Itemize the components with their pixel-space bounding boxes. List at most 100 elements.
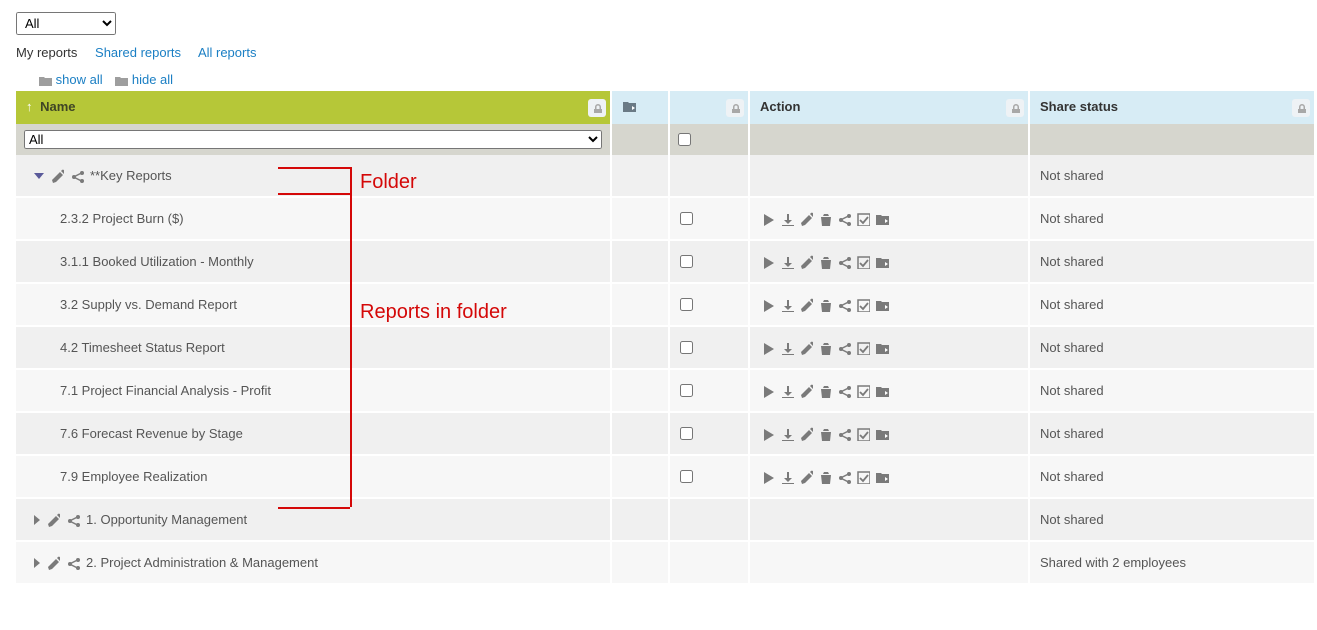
move-folder-icon[interactable] <box>874 211 890 227</box>
select-icon[interactable] <box>855 383 871 399</box>
report-name[interactable]: 2.3.2 Project Burn ($) <box>60 211 184 226</box>
share-icon[interactable] <box>836 297 852 313</box>
edit-icon[interactable] <box>798 469 814 485</box>
expand-icon[interactable] <box>34 515 40 525</box>
row-checkbox[interactable] <box>680 470 693 483</box>
pencil-icon[interactable] <box>50 169 64 183</box>
column-header-folder[interactable] <box>612 91 670 124</box>
row-checkbox[interactable] <box>680 298 693 311</box>
show-all-link[interactable]: show all <box>56 72 103 87</box>
download-icon[interactable] <box>779 426 795 442</box>
run-icon[interactable] <box>760 469 776 485</box>
run-icon[interactable] <box>760 340 776 356</box>
column-header-name[interactable]: ↑ Name <box>16 91 612 124</box>
share-icon[interactable] <box>70 169 84 183</box>
move-folder-icon[interactable] <box>874 340 890 356</box>
run-icon[interactable] <box>760 254 776 270</box>
share-icon[interactable] <box>836 383 852 399</box>
folder-name[interactable]: **Key Reports <box>90 168 172 183</box>
share-status: Not shared <box>1040 469 1104 484</box>
expand-icon[interactable] <box>34 558 40 568</box>
run-icon[interactable] <box>760 297 776 313</box>
edit-icon[interactable] <box>798 383 814 399</box>
tab-shared-reports[interactable]: Shared reports <box>95 45 181 60</box>
edit-icon[interactable] <box>798 211 814 227</box>
select-icon[interactable] <box>855 469 871 485</box>
select-icon[interactable] <box>855 426 871 442</box>
lock-icon <box>1292 99 1310 117</box>
download-icon[interactable] <box>779 383 795 399</box>
share-icon[interactable] <box>836 211 852 227</box>
select-icon[interactable] <box>855 340 871 356</box>
share-status: Not shared <box>1040 211 1104 226</box>
share-status: Not shared <box>1040 383 1104 398</box>
report-name[interactable]: 3.2 Supply vs. Demand Report <box>60 297 237 312</box>
delete-icon[interactable] <box>817 426 833 442</box>
tab-my-reports[interactable]: My reports <box>16 45 77 60</box>
collapse-icon[interactable] <box>34 173 44 179</box>
download-icon[interactable] <box>779 340 795 356</box>
share-icon[interactable] <box>836 426 852 442</box>
report-name[interactable]: 3.1.1 Booked Utilization - Monthly <box>60 254 254 269</box>
share-icon[interactable] <box>66 513 80 527</box>
download-icon[interactable] <box>779 254 795 270</box>
edit-icon[interactable] <box>798 297 814 313</box>
run-icon[interactable] <box>760 383 776 399</box>
delete-icon[interactable] <box>817 340 833 356</box>
folder-move-icon <box>622 99 636 113</box>
share-status: Not shared <box>1040 254 1104 269</box>
report-name[interactable]: 4.2 Timesheet Status Report <box>60 340 225 355</box>
share-icon[interactable] <box>836 340 852 356</box>
run-icon[interactable] <box>760 211 776 227</box>
run-icon[interactable] <box>760 426 776 442</box>
select-icon[interactable] <box>855 297 871 313</box>
delete-icon[interactable] <box>817 211 833 227</box>
download-icon[interactable] <box>779 469 795 485</box>
column-header-share[interactable]: Share status <box>1030 91 1316 124</box>
row-checkbox[interactable] <box>680 255 693 268</box>
column-header-action[interactable]: Action <box>750 91 1030 124</box>
report-name[interactable]: 7.6 Forecast Revenue by Stage <box>60 426 243 441</box>
delete-icon[interactable] <box>817 469 833 485</box>
move-folder-icon[interactable] <box>874 383 890 399</box>
select-icon[interactable] <box>855 211 871 227</box>
row-checkbox[interactable] <box>680 212 693 225</box>
move-folder-icon[interactable] <box>874 254 890 270</box>
edit-icon[interactable] <box>798 340 814 356</box>
report-name[interactable]: 7.1 Project Financial Analysis - Profit <box>60 383 271 398</box>
download-icon[interactable] <box>779 211 795 227</box>
select-icon[interactable] <box>855 254 871 270</box>
download-icon[interactable] <box>779 297 795 313</box>
share-icon[interactable] <box>836 254 852 270</box>
folder-icon <box>38 74 52 86</box>
hide-all-link[interactable]: hide all <box>132 72 173 87</box>
share-status: Not shared <box>1040 297 1104 312</box>
folder-name[interactable]: 2. Project Administration & Management <box>86 555 318 570</box>
share-status: Not shared <box>1040 168 1104 183</box>
pencil-icon[interactable] <box>46 556 60 570</box>
move-folder-icon[interactable] <box>874 426 890 442</box>
edit-icon[interactable] <box>798 426 814 442</box>
top-filter-select[interactable]: All <box>16 12 116 35</box>
tab-all-reports[interactable]: All reports <box>198 45 257 60</box>
delete-icon[interactable] <box>817 254 833 270</box>
move-folder-icon[interactable] <box>874 297 890 313</box>
delete-icon[interactable] <box>817 297 833 313</box>
row-checkbox[interactable] <box>680 341 693 354</box>
pencil-icon[interactable] <box>46 513 60 527</box>
delete-icon[interactable] <box>817 383 833 399</box>
move-folder-icon[interactable] <box>874 469 890 485</box>
column-header-checkbox[interactable] <box>670 91 750 124</box>
share-icon[interactable] <box>66 556 80 570</box>
select-all-checkbox[interactable] <box>678 133 691 146</box>
row-checkbox[interactable] <box>680 384 693 397</box>
lock-icon <box>588 99 606 117</box>
name-filter-select[interactable]: All <box>24 130 602 149</box>
row-checkbox[interactable] <box>680 427 693 440</box>
edit-icon[interactable] <box>798 254 814 270</box>
lock-icon <box>1006 99 1024 117</box>
folder-name[interactable]: 1. Opportunity Management <box>86 512 247 527</box>
report-name[interactable]: 7.9 Employee Realization <box>60 469 207 484</box>
share-icon[interactable] <box>836 469 852 485</box>
share-status: Shared with 2 employees <box>1040 555 1186 570</box>
